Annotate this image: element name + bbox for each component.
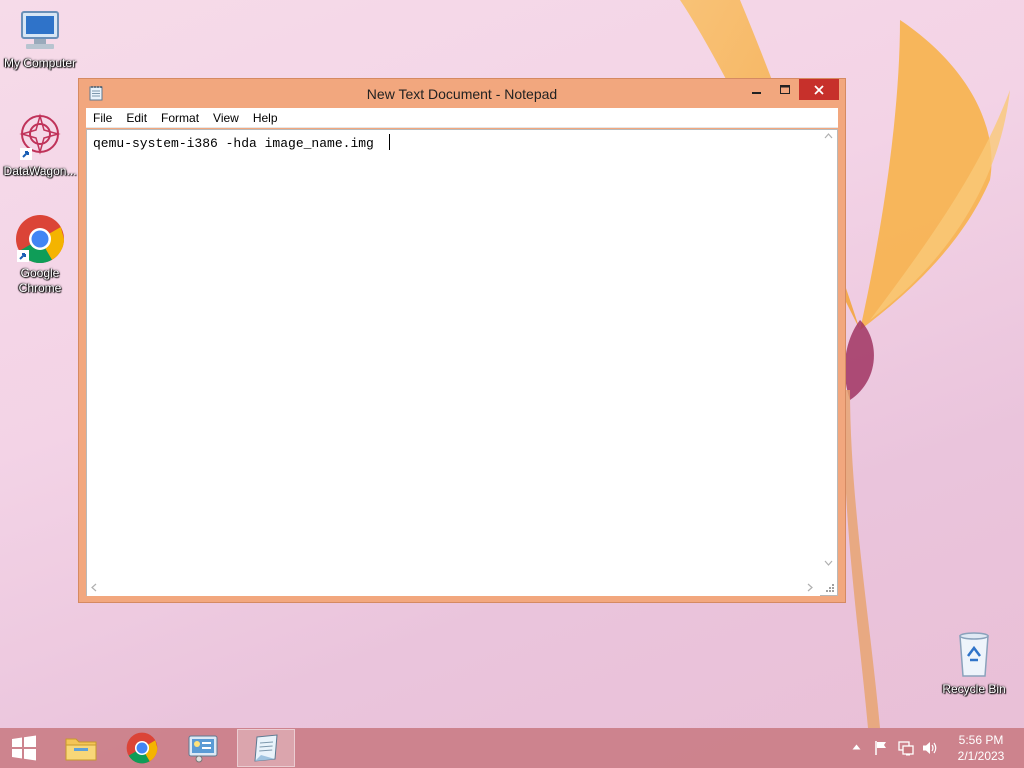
taskbar-clock[interactable]: 5:56 PM 2/1/2023 [948,732,1014,764]
taskbar: 5:56 PM 2/1/2023 [0,728,1024,768]
desktop-icon-label: My Computer [3,56,77,70]
computer-icon [21,11,59,49]
text-caret [389,134,390,150]
action-center-flag-icon[interactable] [874,740,888,756]
desktop-icon-label: DataWagon... [3,164,77,178]
windows-logo-icon [12,735,36,761]
minimize-icon [752,91,761,94]
desktop-icon-label: Recycle Bin [942,682,1006,696]
maximize-button[interactable] [771,79,799,100]
scroll-up-icon[interactable] [824,133,833,139]
notepad-icon [254,734,278,762]
vertical-scrollbar[interactable] [820,130,837,579]
close-button[interactable] [799,79,839,100]
taskbar-chrome[interactable] [113,729,171,767]
folder-icon [65,738,97,761]
window-title: New Text Document - Notepad [366,86,558,102]
network-icon[interactable] [898,740,914,756]
taskbar-file-explorer[interactable] [52,729,110,767]
menu-help[interactable]: Help [246,108,285,128]
desktop-icon-google-chrome[interactable]: Google Chrome [0,214,80,296]
control-panel-icon [188,735,218,763]
menu-format[interactable]: Format [154,108,206,128]
horizontal-scrollbar[interactable] [87,579,820,596]
scroll-down-icon[interactable] [824,560,833,566]
taskbar-control-panel[interactable] [174,729,232,767]
chrome-icon [16,215,64,264]
maximize-icon [780,84,790,94]
resize-grip-icon[interactable] [820,578,837,595]
menu-file[interactable]: File [86,108,119,128]
text-editor[interactable]: qemu-system-i386 -hda image_name.img [86,129,838,596]
clock-date: 2/1/2023 [957,749,1005,763]
menu-view[interactable]: View [206,108,246,128]
desktop-icon-recycle-bin[interactable]: Recycle Bin [934,630,1014,697]
editor-text[interactable]: qemu-system-i386 -hda image_name.img [93,136,382,151]
desktop-icon-my-computer[interactable]: My Computer [0,8,80,71]
chrome-icon [126,732,158,764]
notepad-window[interactable]: New Text Document - Notepad File Edit Fo… [78,78,846,603]
window-titlebar[interactable]: New Text Document - Notepad [79,79,845,108]
minimize-button[interactable] [743,79,771,100]
taskbar-notepad[interactable] [237,729,295,767]
start-button[interactable] [0,728,48,768]
scroll-right-icon[interactable] [807,583,813,592]
recycle-bin-icon [959,632,989,677]
scroll-left-icon[interactable] [91,583,97,592]
show-hidden-icons-icon[interactable] [852,744,861,750]
clock-time: 5:56 PM [958,733,1004,747]
desktop-icon-datawagon[interactable]: DataWagon... [0,112,80,179]
menu-edit[interactable]: Edit [119,108,154,128]
volume-icon[interactable] [922,740,938,756]
close-icon [814,84,824,95]
desktop-icon-label: Google Chrome [18,266,62,295]
menu-bar: File Edit Format View Help [86,108,838,128]
datawagon-icon [19,113,61,160]
